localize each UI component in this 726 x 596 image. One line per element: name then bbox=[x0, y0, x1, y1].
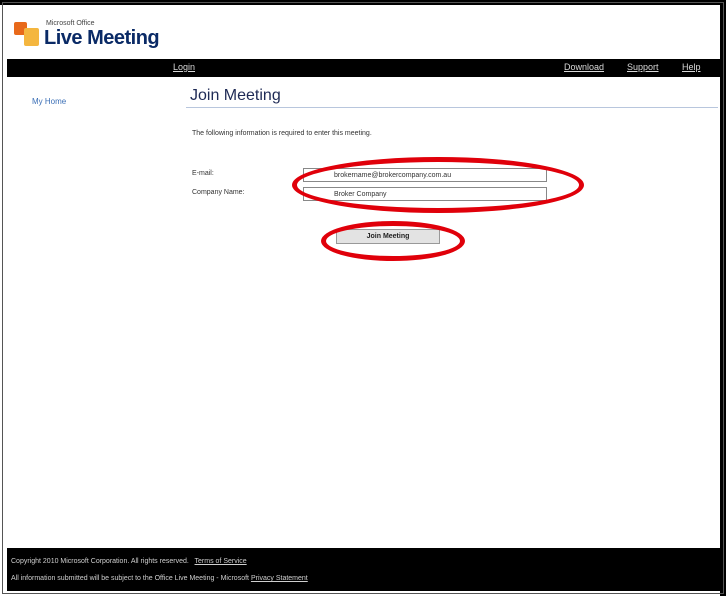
title-divider bbox=[186, 107, 718, 108]
page-title: Join Meeting bbox=[190, 87, 281, 104]
live-meeting-logo: Microsoft Office Live Meeting bbox=[14, 18, 160, 49]
footer-copyright-line: Copyright 2010 Microsoft Corporation. Al… bbox=[11, 558, 247, 565]
company-name-label: Company Name: bbox=[192, 189, 245, 196]
my-home-link[interactable]: My Home bbox=[32, 97, 66, 106]
footer-notice-line: All information submitted will be subjec… bbox=[11, 575, 308, 582]
top-navbar: Login Download Support Help bbox=[7, 59, 720, 77]
annotation-ellipse-button bbox=[321, 221, 465, 261]
download-link[interactable]: Download bbox=[564, 62, 604, 72]
notice-text: All information submitted will be subjec… bbox=[11, 575, 249, 582]
annotation-ellipse-fields bbox=[292, 157, 584, 213]
footer: Copyright 2010 Microsoft Corporation. Al… bbox=[7, 548, 720, 591]
logo-subtitle: Microsoft Office bbox=[46, 20, 95, 27]
privacy-statement-link[interactable]: Privacy Statement bbox=[251, 575, 308, 582]
window-frame bbox=[2, 2, 724, 594]
support-link[interactable]: Support bbox=[627, 62, 659, 72]
help-link[interactable]: Help bbox=[682, 62, 701, 72]
login-link[interactable]: Login bbox=[173, 62, 195, 72]
logo-title: Live Meeting bbox=[44, 27, 160, 49]
copyright-text: Copyright 2010 Microsoft Corporation. Al… bbox=[11, 558, 189, 565]
office-logo-icon bbox=[14, 22, 40, 48]
terms-of-service-link[interactable]: Terms of Service bbox=[195, 558, 247, 565]
intro-text: The following information is required to… bbox=[192, 130, 372, 137]
email-label: E-mail: bbox=[192, 170, 214, 177]
